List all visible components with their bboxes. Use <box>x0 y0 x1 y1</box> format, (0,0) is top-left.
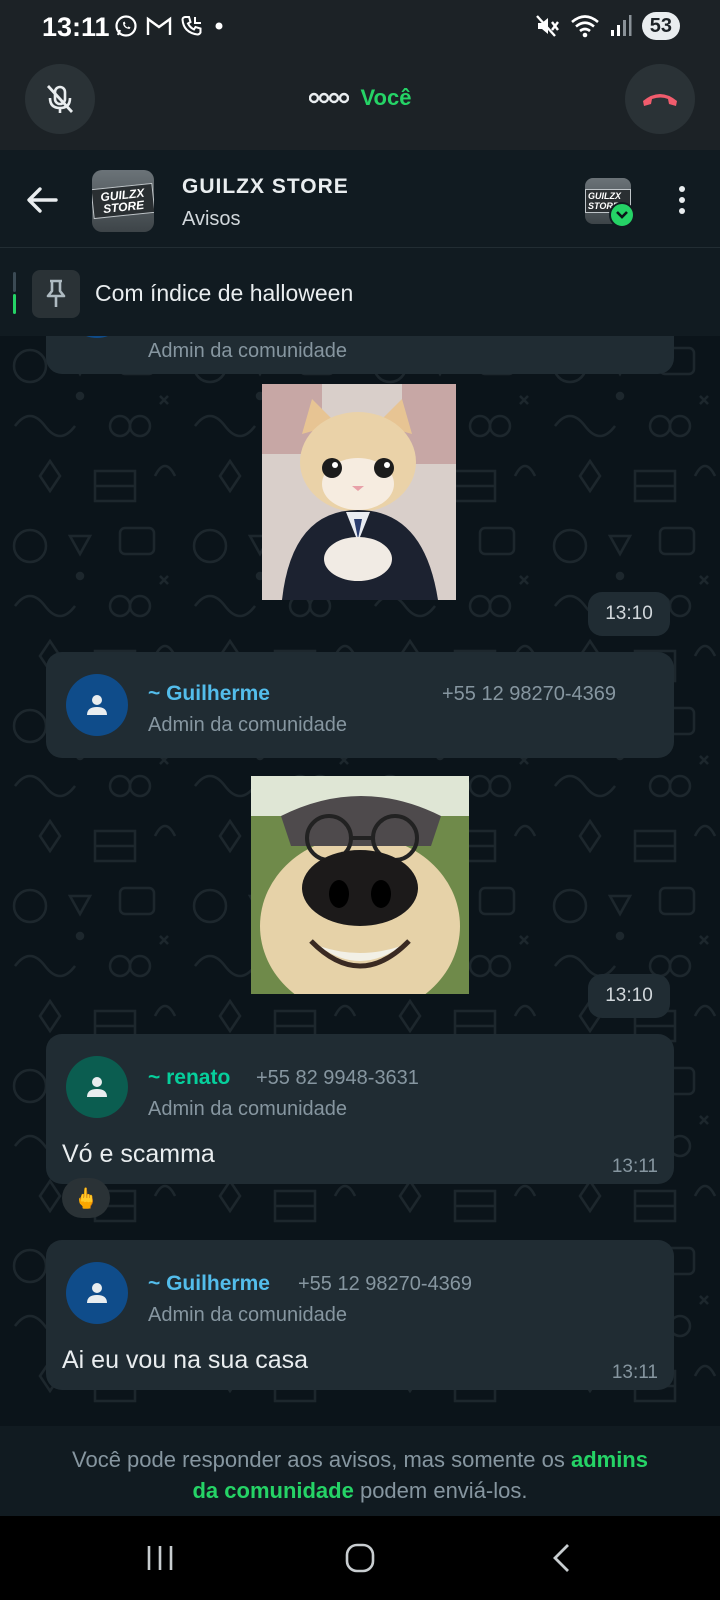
sender-avatar[interactable] <box>66 1262 128 1324</box>
dog-sticker-icon <box>251 776 469 994</box>
message-time: 13:11 <box>611 1362 658 1383</box>
pinned-message-bar[interactable]: Com índice de halloween <box>0 248 720 336</box>
sender-name[interactable]: ~ Guilherme <box>148 1272 270 1296</box>
navigation-bar <box>0 1516 720 1600</box>
status-time: 13:11 <box>42 12 110 42</box>
sender-phone: +55 82 9948-3631 <box>256 1067 419 1089</box>
message-time: 13:10 <box>588 974 670 1018</box>
sender-name[interactable]: ~ renato <box>148 1066 230 1090</box>
audio-wave-icon <box>308 92 349 104</box>
message-time: 13:11 <box>611 1156 658 1177</box>
dot-icon <box>215 22 223 30</box>
admins-link[interactable]: admins <box>571 1447 648 1472</box>
reaction-badge[interactable]: 🖕 <box>62 1178 110 1218</box>
status-bar: 13:11 53 <box>0 0 720 52</box>
kitten-sticker-icon <box>262 384 456 600</box>
battery-level: 53 <box>641 12 680 40</box>
message-text: Vó e scamma <box>62 1140 215 1168</box>
person-icon <box>87 1077 107 1097</box>
home-icon <box>345 1543 375 1573</box>
message-time: 13:10 <box>588 592 670 636</box>
reaction-emoji: 🖕 <box>73 1187 99 1210</box>
sticker-image[interactable] <box>262 384 456 600</box>
sender-avatar[interactable] <box>66 674 128 736</box>
group-subtitle: Avisos <box>182 208 241 230</box>
hang-up-icon <box>643 94 677 106</box>
back-nav-button[interactable] <box>532 1536 592 1580</box>
phone-icon <box>181 16 202 36</box>
person-icon <box>87 1283 107 1303</box>
back-arrow-icon <box>27 187 58 213</box>
wifi-icon <box>570 15 599 38</box>
whatsapp-icon <box>115 15 137 37</box>
end-call-button[interactable] <box>625 64 695 134</box>
group-logo-text: GUILZX STORE <box>92 182 154 220</box>
chat-header: GUILZX STORE GUILZX STORE Avisos GUILZX … <box>0 150 720 248</box>
sender-name[interactable]: ~ Guilherme <box>148 682 270 706</box>
recent-apps-button[interactable] <box>130 1536 190 1580</box>
sender-phone: +55 12 98270-4369 <box>298 1273 473 1295</box>
announcement-footer: Você pode responder aos avisos, mas some… <box>0 1426 720 1516</box>
pin-indicator <box>13 272 17 314</box>
notification-icons <box>114 12 226 40</box>
sender-role: Admin da comunidade <box>148 714 348 736</box>
message-card-guilherme-2[interactable]: ~ Guilherme +55 12 98270-4369 Admin da c… <box>46 1240 674 1390</box>
sender-role: Admin da comunidade <box>148 1304 348 1326</box>
sender-role: Admin da comunidade <box>148 340 348 362</box>
sender-avatar[interactable] <box>66 1056 128 1118</box>
recent-apps-icon <box>147 1546 173 1570</box>
sender-role: Admin da comunidade <box>148 1098 348 1120</box>
message-card-renato[interactable]: ~ renato +55 82 9948-3631 Admin da comun… <box>46 1034 674 1184</box>
pinned-message-text: Com índice de halloween <box>95 280 354 306</box>
home-button[interactable] <box>330 1536 390 1580</box>
gmail-icon <box>146 16 172 35</box>
message-card-partial[interactable]: Admin da comunidade <box>46 336 674 374</box>
sender-phone: +55 12 98270-4369 <box>442 683 617 705</box>
back-chevron-icon <box>553 1544 569 1572</box>
footer-text-1: Você pode responder aos avisos, mas some… <box>72 1447 571 1472</box>
back-button[interactable] <box>22 180 62 220</box>
mute-icon <box>535 15 559 37</box>
sender-avatar[interactable] <box>66 336 128 338</box>
call-status[interactable]: Você <box>0 85 720 111</box>
community-link[interactable]: da comunidade <box>192 1478 353 1503</box>
footer-text-2: podem enviá-los. <box>353 1478 528 1503</box>
message-text: Ai eu vou na sua casa <box>62 1346 308 1374</box>
call-bar: Você <box>0 52 720 150</box>
pin-icon <box>32 270 80 318</box>
call-label: Você <box>360 85 412 110</box>
chat-area: Admin da comunidade 13:10 ~ Guilherme +5… <box>0 336 720 1426</box>
more-options-icon[interactable] <box>664 180 700 220</box>
person-icon <box>87 695 107 715</box>
message-card-guilherme-1[interactable]: ~ Guilherme +55 12 98270-4369 Admin da c… <box>46 652 674 758</box>
group-title[interactable]: GUILZX STORE <box>182 175 349 199</box>
signal-icon <box>610 15 632 36</box>
chevron-badge-icon <box>609 202 635 228</box>
sticker-image[interactable] <box>251 776 469 994</box>
group-avatar[interactable]: GUILZX STORE <box>92 170 154 232</box>
system-icons: 53 <box>534 10 680 42</box>
